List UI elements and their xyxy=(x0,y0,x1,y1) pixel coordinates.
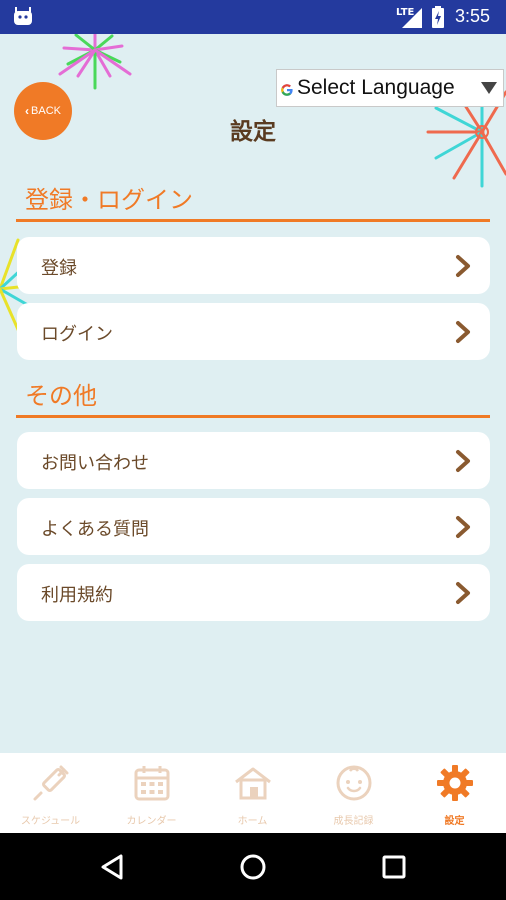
menu-item-label: お問い合わせ xyxy=(41,453,149,474)
home-icon xyxy=(235,767,271,800)
system-navigation-bar xyxy=(0,833,506,900)
nav-tab-label: スケジュール xyxy=(20,816,81,827)
nav-tab-label: ホーム xyxy=(237,816,268,827)
section-divider xyxy=(16,219,490,222)
nav-tab-label: カレンダー xyxy=(126,816,177,827)
settings-screen: Select Language ‹ BACK 設定 登録・ログイン 登録 ログイ… xyxy=(0,34,506,753)
menu-item-label: 登録 xyxy=(41,258,77,279)
menu-item-label: ログイン xyxy=(41,324,113,345)
nav-tab-schedule[interactable]: スケジュール xyxy=(0,753,101,833)
battery-charging-icon xyxy=(432,6,444,28)
syringe-icon xyxy=(33,765,69,801)
chevron-right-icon xyxy=(456,516,470,538)
bottom-navigation: スケジュール カレンダー ホーム 成長記録 設定 xyxy=(0,753,506,833)
nav-tab-label: 設定 xyxy=(444,816,465,827)
nav-tab-growth-record[interactable]: 成長記録 xyxy=(303,753,404,833)
nav-tab-settings[interactable]: 設定 xyxy=(404,753,505,833)
menu-item-contact[interactable]: お問い合わせ xyxy=(17,432,490,489)
chevron-down-icon[interactable] xyxy=(480,81,498,95)
recents-square-icon[interactable] xyxy=(378,851,410,883)
menu-item-login[interactable]: ログイン xyxy=(17,303,490,360)
language-select[interactable]: Select Language xyxy=(276,69,504,107)
menu-item-terms[interactable]: 利用規約 xyxy=(17,564,490,621)
back-triangle-icon[interactable] xyxy=(97,851,129,883)
section-title-other: その他 xyxy=(25,382,97,410)
nav-tab-home[interactable]: ホーム xyxy=(202,753,303,833)
section-divider xyxy=(16,415,490,418)
chevron-right-icon xyxy=(456,321,470,343)
chevron-right-icon xyxy=(456,450,470,472)
calendar-icon xyxy=(134,766,170,801)
menu-item-label: よくある質問 xyxy=(41,519,149,540)
status-bar: LTE 3:55 xyxy=(0,0,506,34)
language-select-label: Select Language xyxy=(297,76,455,99)
nav-tab-calendar[interactable]: カレンダー xyxy=(101,753,202,833)
menu-item-faq[interactable]: よくある質問 xyxy=(17,498,490,555)
android-notification-icon xyxy=(14,7,32,25)
page-title: 設定 xyxy=(230,119,276,145)
home-circle-icon[interactable] xyxy=(237,851,269,883)
google-icon xyxy=(281,84,293,96)
menu-item-register[interactable]: 登録 xyxy=(17,237,490,294)
menu-item-label: 利用規約 xyxy=(41,585,113,606)
clock: 3:55 xyxy=(455,6,491,26)
section-title-registration: 登録・ログイン xyxy=(25,186,193,214)
baby-face-icon xyxy=(336,765,372,801)
chevron-right-icon xyxy=(456,582,470,604)
gear-icon xyxy=(437,765,473,801)
chevron-right-icon xyxy=(456,255,470,277)
nav-tab-label: 成長記録 xyxy=(333,816,374,827)
signal-icon xyxy=(402,8,422,28)
